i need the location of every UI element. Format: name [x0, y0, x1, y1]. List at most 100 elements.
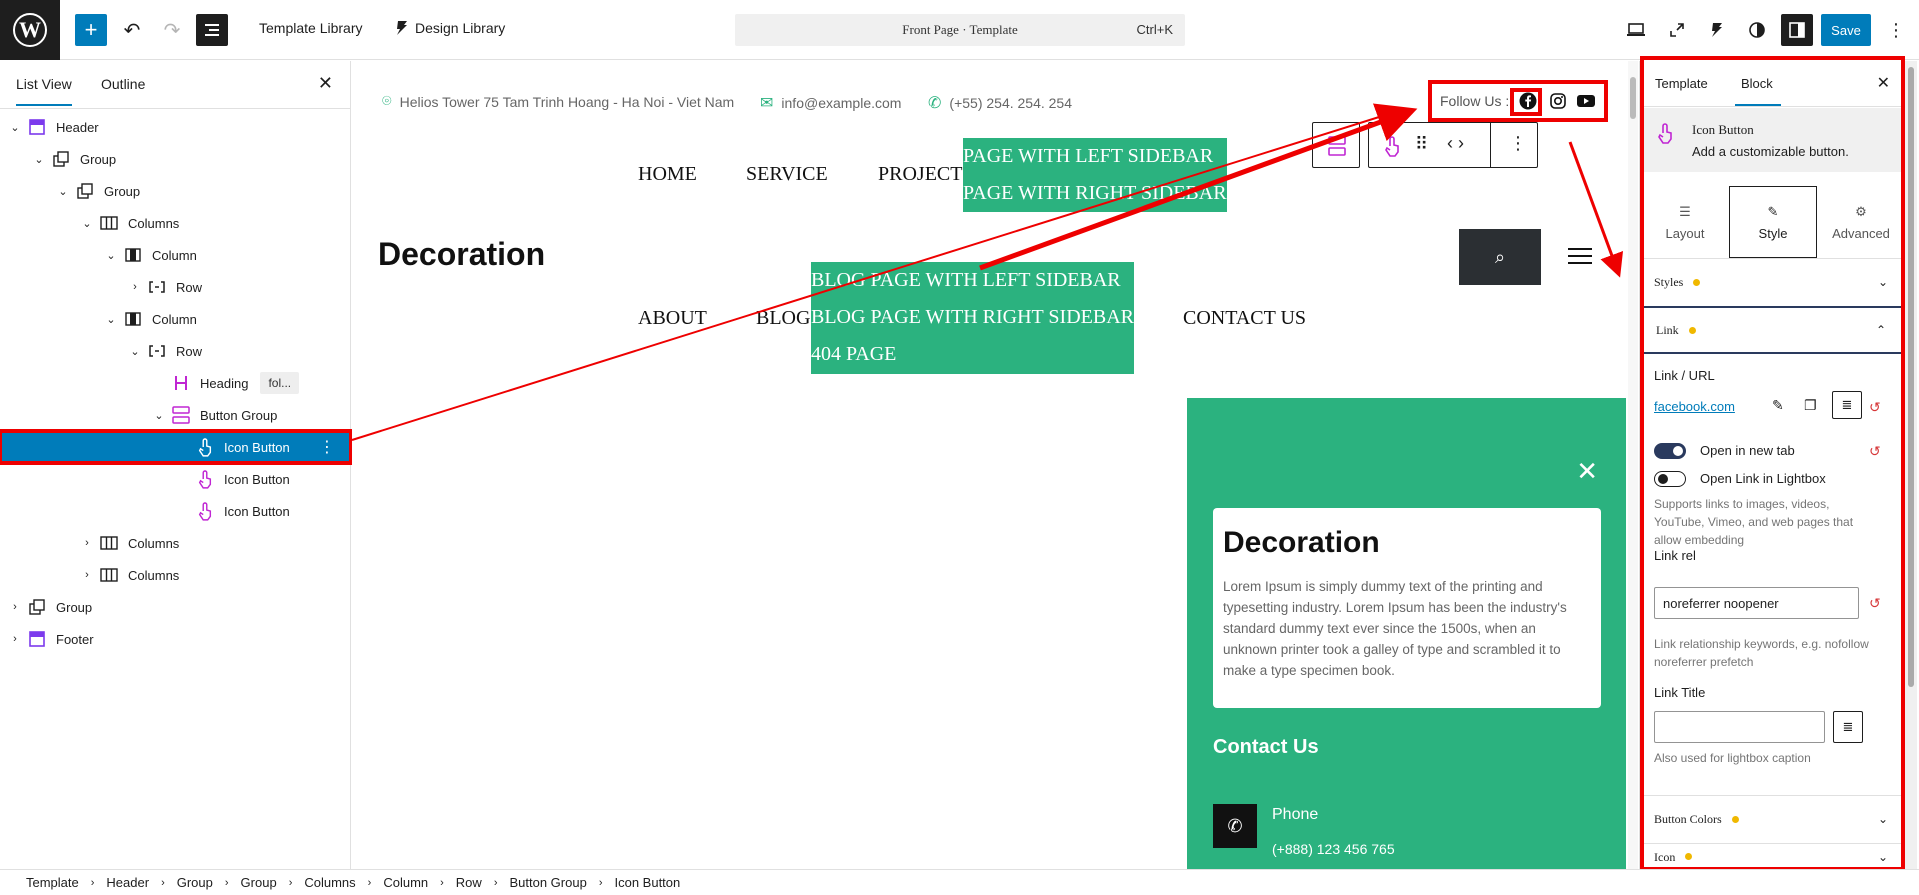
chevron-down-icon[interactable]: ⌄: [80, 217, 94, 230]
undo-button[interactable]: ↶: [118, 14, 146, 46]
edit-link-icon[interactable]: ✎: [1772, 397, 1784, 414]
preview-device-button[interactable]: [1620, 14, 1652, 46]
youtube-icon-button[interactable]: [1575, 90, 1597, 112]
tab-style[interactable]: ✎ Style: [1729, 186, 1817, 258]
list-view-item[interactable]: › Row: [0, 271, 351, 303]
more-vertical-icon[interactable]: ⋮: [319, 437, 335, 457]
chevron-right-icon[interactable]: ›: [8, 601, 22, 613]
fullscreen-button[interactable]: [1661, 14, 1693, 46]
chevron-down-icon[interactable]: ⌄: [104, 313, 118, 326]
list-view-item[interactable]: › Columns: [0, 559, 351, 591]
copy-icon[interactable]: ❐: [1804, 397, 1817, 414]
sidebar-scrollbar[interactable]: [1905, 61, 1917, 869]
header-search-button[interactable]: ⌕: [1459, 229, 1541, 285]
chevron-right-icon[interactable]: ›: [80, 537, 94, 549]
styles-panel-toggle[interactable]: Styles ⌄: [1640, 258, 1904, 306]
document-overview-button[interactable]: [196, 14, 228, 46]
open-new-tab-toggle[interactable]: [1654, 443, 1686, 459]
options-button[interactable]: ⋮: [1884, 14, 1908, 46]
list-view-item[interactable]: ⌄ Column: [0, 239, 351, 271]
submenu-item[interactable]: BLOG PAGE WITH RIGHT SIDEBAR: [811, 299, 1134, 336]
canvas-scrollbar[interactable]: [1628, 61, 1638, 869]
nav-project[interactable]: PROJECT: [878, 163, 962, 186]
list-view-item[interactable]: ⌄ Row: [0, 335, 351, 367]
chevron-down-icon[interactable]: ⌄: [8, 121, 22, 134]
breadcrumb-item[interactable]: Row: [456, 875, 482, 890]
chevron-right-icon[interactable]: ›: [8, 633, 22, 645]
close-sidebar-button[interactable]: ✕: [1877, 73, 1890, 93]
tab-list-view[interactable]: List View: [16, 76, 72, 106]
more-vertical-icon[interactable]: ⋮: [1509, 133, 1527, 154]
breadcrumb-item[interactable]: Template: [26, 875, 79, 890]
nav-about[interactable]: ABOUT: [638, 307, 707, 330]
list-view-item[interactable]: Icon Button: [0, 495, 351, 527]
list-view-item[interactable]: › Columns: [0, 527, 351, 559]
reset-icon[interactable]: ↺: [1869, 399, 1881, 416]
nav-home[interactable]: HOME: [638, 163, 697, 186]
list-view-item[interactable]: ⌄ Button Group: [0, 399, 351, 431]
close-list-view-button[interactable]: ✕: [318, 73, 333, 94]
list-view-item[interactable]: Icon Button ⋮: [0, 429, 353, 465]
icon-button-icon[interactable]: [1383, 135, 1401, 157]
breadcrumb-item[interactable]: Group: [241, 875, 277, 890]
chevron-down-icon[interactable]: ⌄: [56, 185, 70, 198]
close-panel-button[interactable]: ✕: [1576, 456, 1598, 487]
submenu-item[interactable]: PAGE WITH LEFT SIDEBAR: [963, 138, 1227, 175]
nav-blog[interactable]: BLOG: [756, 307, 810, 330]
list-view-item[interactable]: ⌄ Header: [0, 111, 351, 143]
breadcrumb-item[interactable]: Header: [106, 875, 149, 890]
design-library-button[interactable]: Design Library: [395, 20, 505, 36]
instagram-icon-button[interactable]: [1547, 90, 1569, 112]
open-lightbox-toggle[interactable]: [1654, 471, 1686, 487]
template-library-button[interactable]: Template Library: [259, 20, 363, 36]
site-title[interactable]: Decoration: [378, 236, 545, 273]
link-rel-input[interactable]: [1654, 587, 1859, 619]
chevron-down-icon[interactable]: ⌄: [104, 249, 118, 262]
parent-block-selector[interactable]: [1312, 122, 1360, 168]
save-button[interactable]: Save: [1821, 14, 1871, 46]
move-arrows-icon[interactable]: ‹ ›: [1447, 133, 1464, 154]
button-colors-panel-toggle[interactable]: Button Colors ⌄: [1640, 795, 1904, 843]
list-view-item[interactable]: Heading fol...: [0, 367, 351, 399]
stackable-settings-button[interactable]: [1701, 14, 1733, 46]
styles-button[interactable]: [1741, 14, 1773, 46]
link-url-value[interactable]: facebook.com: [1654, 399, 1735, 414]
drag-handle-icon[interactable]: ⠿: [1415, 134, 1428, 155]
redo-button[interactable]: ↷: [158, 14, 186, 46]
submenu-item[interactable]: BLOG PAGE WITH LEFT SIDEBAR: [811, 262, 1134, 299]
link-panel-toggle[interactable]: Link ⌃: [1640, 306, 1904, 354]
reset-icon[interactable]: ↺: [1869, 595, 1881, 612]
submenu-item[interactable]: PAGE WITH RIGHT SIDEBAR: [963, 175, 1227, 212]
list-view-item[interactable]: › Group: [0, 591, 351, 623]
wordpress-logo-button[interactable]: W: [0, 0, 60, 60]
breadcrumb-item[interactable]: Column: [383, 875, 428, 890]
tab-block[interactable]: Block: [1735, 76, 1781, 106]
block-inserter-button[interactable]: +: [75, 14, 107, 46]
tab-advanced[interactable]: ⚙ Advanced: [1817, 186, 1905, 258]
menu-toggle-button[interactable]: [1568, 248, 1592, 269]
icon-panel-toggle[interactable]: Icon ⌄: [1640, 843, 1904, 869]
breadcrumb-item[interactable]: Columns: [304, 875, 355, 890]
nav-contact[interactable]: CONTACT US: [1183, 307, 1306, 330]
breadcrumb-item[interactable]: Icon Button: [614, 875, 680, 890]
breadcrumb-item[interactable]: Button Group: [509, 875, 586, 890]
list-view-item[interactable]: › Footer: [0, 623, 351, 655]
list-view-item[interactable]: ⌄ Columns: [0, 207, 351, 239]
dynamic-content-button[interactable]: ≣: [1833, 711, 1863, 743]
settings-sidebar-toggle[interactable]: [1781, 14, 1813, 46]
chevron-right-icon[interactable]: ›: [128, 281, 142, 293]
command-palette-button[interactable]: Front Page · Template Ctrl+K: [735, 14, 1185, 46]
nav-service[interactable]: SERVICE: [746, 163, 828, 186]
tab-template[interactable]: Template: [1655, 76, 1708, 91]
chevron-down-icon[interactable]: ⌄: [152, 409, 166, 422]
chevron-right-icon[interactable]: ›: [80, 569, 94, 581]
list-view-item[interactable]: ⌄ Group: [0, 175, 351, 207]
breadcrumb-item[interactable]: Group: [177, 875, 213, 890]
list-view-item[interactable]: ⌄ Column: [0, 303, 351, 335]
chevron-down-icon[interactable]: ⌄: [32, 153, 46, 166]
follow-us-heading[interactable]: Follow Us :: [1440, 93, 1509, 109]
submenu-item[interactable]: 404 PAGE: [811, 336, 1134, 373]
chevron-down-icon[interactable]: ⌄: [128, 345, 142, 358]
tab-layout[interactable]: ☰ Layout: [1641, 186, 1729, 258]
list-view-item[interactable]: ⌄ Group: [0, 143, 351, 175]
